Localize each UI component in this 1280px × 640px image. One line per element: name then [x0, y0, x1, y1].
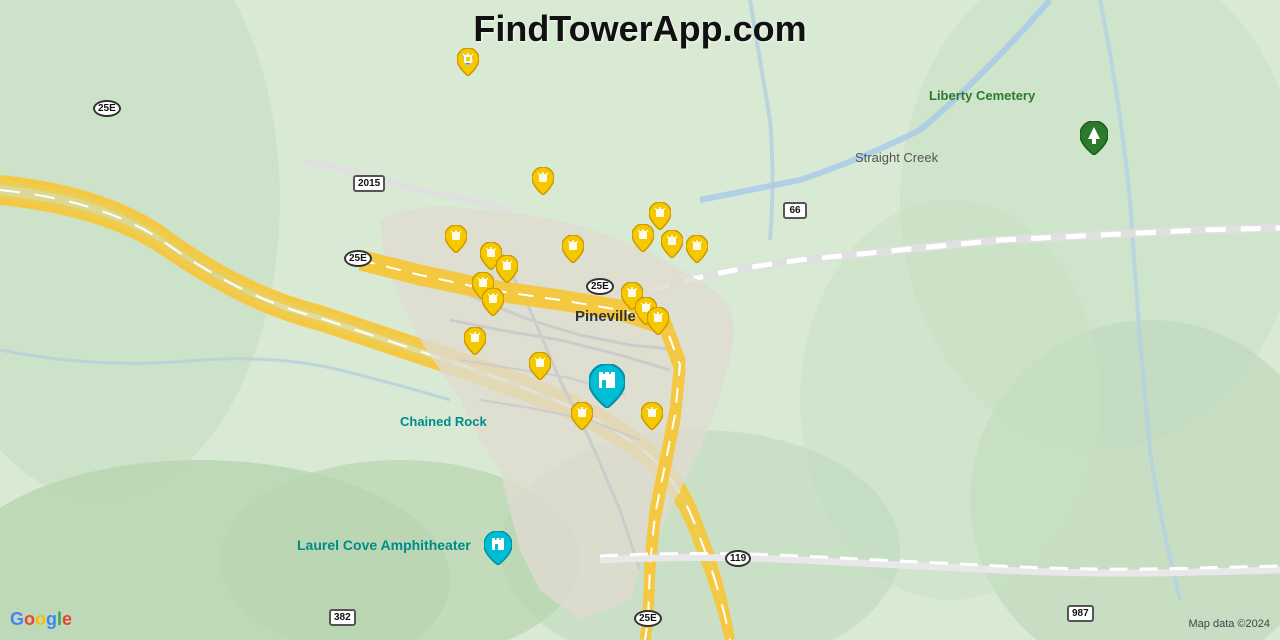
tower-marker[interactable] [562, 235, 584, 263]
amphitheater-marker[interactable] [484, 531, 512, 565]
pineville-label: Pineville [575, 308, 636, 325]
tower-marker[interactable] [647, 307, 669, 335]
chained-rock-label: Chained Rock [400, 414, 487, 429]
tower-marker[interactable] [482, 288, 504, 316]
road-shield-25e-4: 25E [634, 610, 662, 627]
tower-marker[interactable] [532, 167, 554, 195]
cemetery-marker[interactable] [1080, 121, 1108, 155]
tower-marker[interactable]: 📡 [457, 48, 479, 76]
road-shield-25e-2: 25E [344, 250, 372, 267]
app-title: FindTowerApp.com [473, 8, 806, 50]
road-shield-987: 987 [1067, 605, 1094, 622]
road-shield-382: 382 [329, 609, 356, 626]
tower-marker[interactable] [632, 224, 654, 252]
liberty-cemetery-label: Liberty Cemetery [929, 88, 1035, 103]
straight-creek-label: Straight Creek [855, 150, 938, 165]
google-logo: Google [10, 609, 72, 630]
tower-marker[interactable] [445, 225, 467, 253]
tower-marker[interactable] [496, 255, 518, 283]
tower-marker[interactable] [464, 327, 486, 355]
map-attribution: Map data ©2024 [1189, 618, 1271, 630]
laurel-cove-label: Laurel Cove Amphitheater [297, 536, 471, 554]
tower-marker[interactable] [641, 402, 663, 430]
road-shield-25e: 25E [93, 100, 121, 117]
road-shield-119: 119 [725, 550, 751, 567]
road-shield-66: 66 [783, 202, 807, 219]
road-shield-25e-3: 25E [586, 278, 614, 295]
tower-marker[interactable] [529, 352, 551, 380]
tower-marker[interactable] [686, 235, 708, 263]
road-shield-2015: 2015 [353, 175, 385, 192]
tower-marker[interactable] [661, 230, 683, 258]
selected-tower-marker[interactable] [589, 364, 625, 408]
map-container[interactable]: FindTowerApp.com 📡 [0, 0, 1280, 640]
